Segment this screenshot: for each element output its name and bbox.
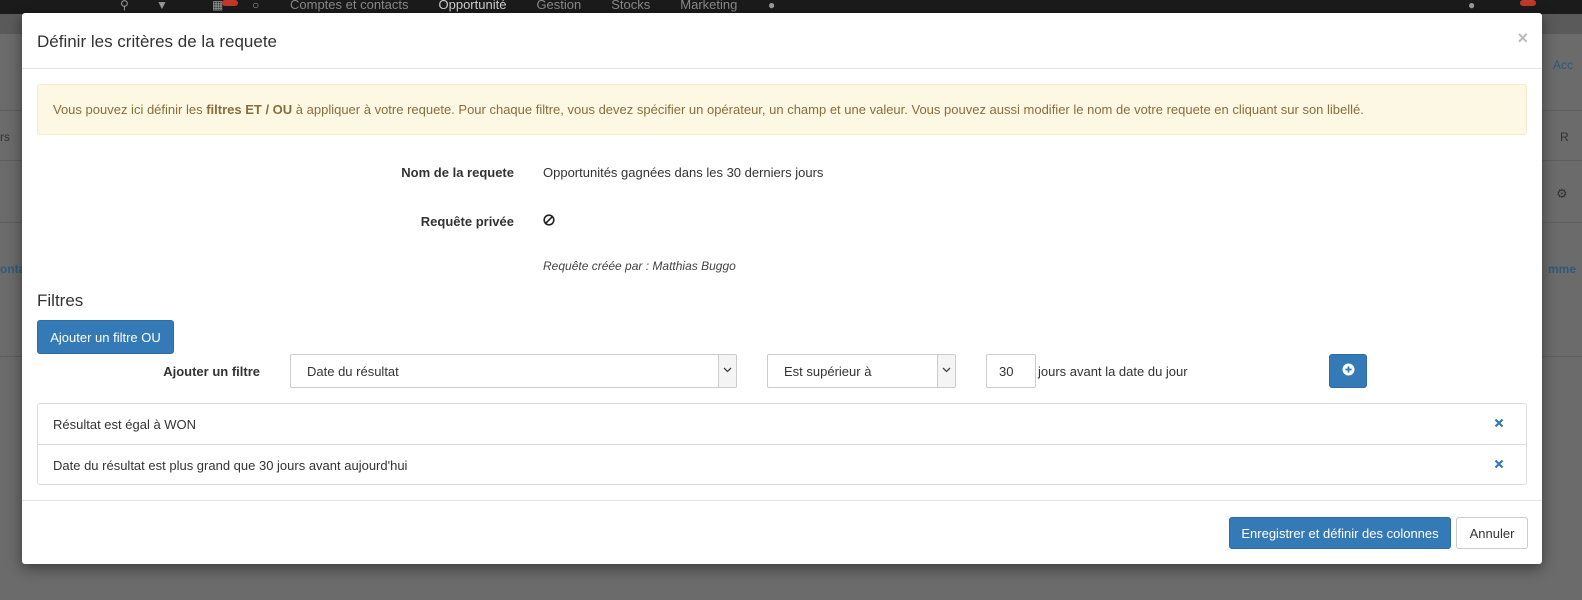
- days-value-input[interactable]: 30: [986, 354, 1036, 388]
- main-nav: Comptes et contacts Opportunité Gestion …: [290, 0, 737, 12]
- nav-item-accounts[interactable]: Comptes et contacts: [290, 0, 409, 12]
- chevron-down-icon: [937, 355, 955, 387]
- dashboard-icon: ●: [768, 0, 776, 12]
- close-icon[interactable]: ×: [1517, 28, 1528, 49]
- nav-item-opportunity[interactable]: Opportunité: [439, 0, 507, 12]
- add-or-filter-button[interactable]: Ajouter un filtre OU: [37, 320, 174, 354]
- cancel-button[interactable]: Annuler: [1456, 517, 1528, 549]
- alert-bold-text: filtres ET / OU: [206, 102, 293, 117]
- add-filter-button[interactable]: [1329, 354, 1367, 388]
- info-alert: Vous pouvez ici définir les filtres ET /…: [37, 84, 1527, 135]
- filter-text: Résultat est égal à WON: [53, 417, 197, 432]
- bg-left-text: rs: [0, 130, 10, 144]
- created-by-text: Requête créée par : Matthias Buggo: [543, 259, 736, 273]
- add-filter-label: Ajouter un filtre: [163, 364, 260, 379]
- operator-select[interactable]: Est supérieur à: [767, 354, 956, 388]
- app-top-navbar: ⚲ ▼ ▦ ○ Comptes et contacts Opportunité …: [0, 0, 1582, 14]
- filters-title: Filtres: [37, 291, 84, 310]
- list-item: Résultat est égal à WON: [38, 404, 1526, 444]
- filter-icon: ▼: [156, 0, 168, 12]
- alerts-badge: [1520, 0, 1536, 6]
- field-select-value: Date du résultat: [307, 364, 399, 379]
- plus-circle-icon: [1342, 363, 1354, 376]
- nav-item-management[interactable]: Gestion: [536, 0, 581, 12]
- days-suffix-text: jours avant la date du jour: [1038, 364, 1188, 379]
- bg-right-text: Acc: [1553, 58, 1574, 72]
- modal-footer: Enregistrer et définir des colonnes Annu…: [22, 500, 1542, 564]
- query-criteria-modal: Définir les critères de la requete × Vou…: [22, 13, 1542, 564]
- save-and-define-columns-button[interactable]: Enregistrer et définir des colonnes: [1229, 517, 1451, 549]
- operator-select-value: Est supérieur à: [784, 364, 872, 379]
- alert-text: Vous pouvez ici définir les: [53, 102, 207, 117]
- field-select[interactable]: Date du résultat: [290, 354, 737, 388]
- help-icon: ●: [1468, 0, 1476, 12]
- remove-icon[interactable]: [1494, 459, 1504, 469]
- chevron-down-icon: [718, 355, 736, 387]
- modal-title: Définir les critères de la requete: [37, 32, 278, 51]
- search-icon: ⚲: [120, 0, 129, 12]
- modal-header: Définir les critères de la requete ×: [22, 13, 1542, 69]
- bg-right-text: R: [1560, 130, 1569, 144]
- bg-right-text: mme: [1548, 262, 1577, 276]
- private-query-label: Requête privée: [420, 214, 514, 229]
- alert-text: à appliquer à votre requete. Pour chaque…: [292, 102, 1364, 117]
- nav-item-marketing[interactable]: Marketing: [680, 0, 737, 12]
- filter-list: Résultat est égal à WON Date du résultat…: [37, 403, 1527, 485]
- gear-icon: ⚙: [1556, 186, 1568, 201]
- notification-badge: [222, 0, 238, 6]
- lightbulb-icon: ○: [252, 0, 260, 12]
- query-name-value[interactable]: Opportunités gagnées dans les 30 dernier…: [543, 165, 823, 180]
- nav-item-stocks[interactable]: Stocks: [611, 0, 650, 12]
- query-name-label: Nom de la requete: [401, 165, 514, 180]
- ban-icon[interactable]: [543, 214, 555, 226]
- list-item: Date du résultat est plus grand que 30 j…: [38, 444, 1526, 484]
- filter-text: Date du résultat est plus grand que 30 j…: [53, 458, 408, 473]
- remove-icon[interactable]: [1494, 418, 1504, 428]
